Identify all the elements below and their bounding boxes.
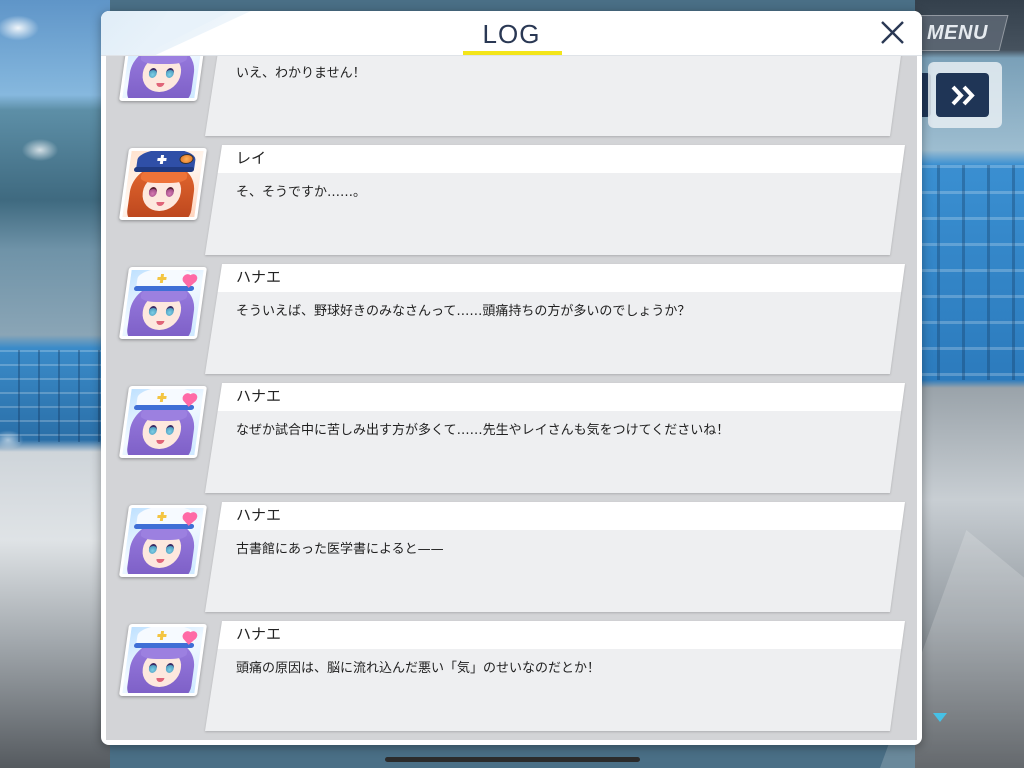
hanae-portrait (118, 624, 208, 696)
fast-forward-button-face[interactable] (936, 73, 989, 117)
dialogue-card-body: ハナエ 頭痛の原因は、脳に流れ込んだ悪い「気」のせいなのだとか！ (205, 621, 905, 731)
log-title: LOG (482, 19, 541, 49)
log-entry: ハナエ 古書館にあった医学書によると—— (106, 502, 917, 612)
portrait-brim (133, 524, 195, 529)
dialogue-card-body: レイ そ、そうですか……。 (205, 145, 905, 255)
dialogue-card: ハナエ 古書館にあった医学書によると—— (205, 502, 905, 612)
dialogue-card: ハナエ なぜか試合中に苦しみ出す方が多くて……先生やレイさんも気をつけてください… (205, 383, 905, 493)
chevron-icon (951, 85, 964, 106)
close-icon (881, 21, 904, 44)
portrait-cap-mark (156, 274, 168, 283)
log-entry: ハナエ なぜか試合中に苦しみ出す方が多くて……先生やレイさんも気をつけてください… (106, 383, 917, 493)
dialogue-card: ハナエ 頭痛の原因は、脳に流れ込んだ悪い「気」のせいなのだとか！ (205, 621, 905, 731)
hanae-portrait (118, 56, 208, 101)
dialogue-text: そ、そうですか……。 (236, 185, 367, 200)
portrait-cap-mark (156, 512, 168, 521)
portrait-cap-mark (156, 393, 168, 402)
speaker-name: ハナエ (236, 625, 282, 643)
portrait-cap-mark (156, 155, 168, 164)
dialogue-text: いえ、わかりません！ (236, 66, 366, 81)
dialogue-card-body: いえ、わかりません！ (205, 56, 905, 136)
speaker-name: ハナエ (236, 268, 282, 286)
hanae-portrait (118, 505, 208, 577)
dialogue-card-body: ハナエ なぜか試合中に苦しみ出す方が多くて……先生やレイさんも気をつけてください… (205, 383, 905, 493)
rei-portrait (118, 148, 208, 220)
close-button[interactable] (880, 20, 905, 45)
hanae-portrait (118, 386, 208, 458)
log-entry: ハナエ そういえば、野球好きのみなさんって……頭痛持ちの方が多いのでしょうか？ (106, 264, 917, 374)
log-scroll-area[interactable]: いえ、わかりません！ レイ そ、そうですか……。 ハナエ そういえば、野球好きの… (106, 56, 917, 740)
speaker-name: ハナエ (236, 506, 282, 524)
dialogue-card-body: ハナエ そういえば、野球好きのみなさんって……頭痛持ちの方が多いのでしょうか？ (205, 264, 905, 374)
log-panel-header: LOG (101, 11, 922, 56)
dialogue-text: 頭痛の原因は、脳に流れ込んだ悪い「気」のせいなのだとか！ (236, 661, 601, 676)
log-entry: いえ、わかりません！ (106, 56, 917, 136)
portrait-brim (133, 405, 195, 410)
menu-button-label: MENU (927, 22, 988, 44)
portrait-brim (133, 286, 195, 291)
log-panel: LOG いえ、わかりません！ レイ そ、そうですか……。 ハナエ そういえば、野… (101, 11, 922, 745)
fast-forward-button[interactable] (928, 62, 1002, 128)
dialogue-card: ハナエ そういえば、野球好きのみなさんって……頭痛持ちの方が多いのでしょうか？ (205, 264, 905, 374)
home-indicator[interactable] (385, 757, 640, 762)
dialogue-text: 古書館にあった医学書によると—— (236, 542, 444, 557)
dialogue-text: なぜか試合中に苦しみ出す方が多くて……先生やレイさんも気をつけてくださいね！ (236, 423, 730, 438)
speaker-name: レイ (236, 149, 267, 167)
dialogue-text: そういえば、野球好きのみなさんって……頭痛持ちの方が多いのでしょうか？ (236, 304, 691, 319)
dialogue-card: レイ そ、そうですか……。 (205, 145, 905, 255)
next-indicator-icon (933, 713, 947, 722)
log-list: いえ、わかりません！ レイ そ、そうですか……。 ハナエ そういえば、野球好きの… (106, 56, 917, 731)
log-entry: ハナエ 頭痛の原因は、脳に流れ込んだ悪い「気」のせいなのだとか！ (106, 621, 917, 731)
portrait-brim (133, 643, 195, 648)
portrait-cap-mark (156, 631, 168, 640)
dialogue-card-body: ハナエ 古書館にあった医学書によると—— (205, 502, 905, 612)
hanae-portrait (118, 267, 208, 339)
stadium-seats-right (915, 165, 1024, 380)
stadium-seats-left (0, 350, 110, 442)
speaker-name: ハナエ (236, 387, 282, 405)
log-entry: レイ そ、そうですか……。 (106, 145, 917, 255)
chevron-icon (962, 85, 975, 106)
dialogue-card: いえ、わかりません！ (205, 56, 905, 136)
portrait-brim (133, 167, 195, 172)
fast-forward-icon (951, 85, 975, 106)
